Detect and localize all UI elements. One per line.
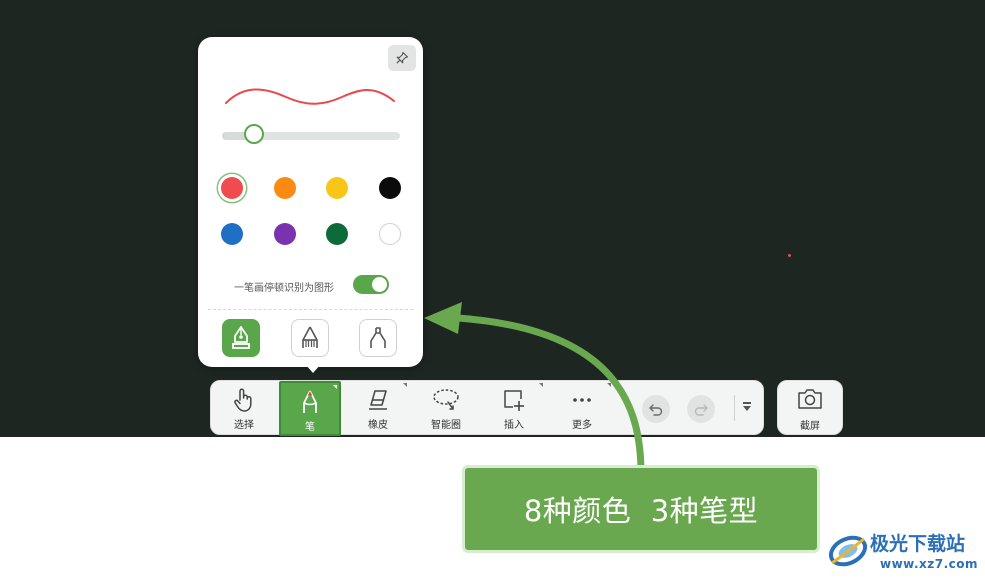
marker-pen-icon bbox=[370, 327, 386, 348]
tool-label: 插入 bbox=[504, 420, 524, 431]
redo-icon bbox=[694, 404, 708, 416]
tool-pen[interactable]: 笔 bbox=[279, 381, 341, 436]
screenshot-button[interactable]: 截屏 bbox=[777, 380, 843, 435]
submenu-indicator bbox=[607, 383, 611, 387]
tool-label: 橡皮 bbox=[368, 420, 388, 431]
color-swatch-red[interactable] bbox=[221, 177, 243, 199]
pin-button[interactable] bbox=[388, 45, 416, 71]
fountain-pen-icon bbox=[232, 326, 250, 349]
collapse-toolbar-button[interactable] bbox=[737, 395, 757, 421]
callout-text: 8种颜色 3种笔型 bbox=[523, 494, 759, 528]
color-swatch-white[interactable] bbox=[378, 223, 401, 245]
site-watermark: 极光下载站 www.xz7.com bbox=[826, 527, 981, 575]
toolbar-separator bbox=[734, 395, 735, 421]
popup-pointer bbox=[305, 364, 321, 373]
ink-dot bbox=[787, 253, 792, 258]
more-dots-icon bbox=[573, 398, 591, 402]
tool-label: 智能圈 bbox=[431, 420, 461, 431]
insert-plus-icon bbox=[504, 390, 524, 411]
color-swatch-blue[interactable] bbox=[221, 223, 243, 245]
color-swatch-orange[interactable] bbox=[273, 177, 296, 199]
tool-smart-lasso[interactable]: 智能圈 bbox=[415, 381, 477, 436]
pen-type-fountain[interactable] bbox=[222, 319, 260, 357]
submenu-indicator bbox=[333, 385, 337, 389]
feature-callout: 8种颜色 3种笔型 bbox=[462, 465, 820, 553]
brush-pen-icon bbox=[302, 326, 318, 348]
camera-icon bbox=[798, 389, 822, 409]
color-swatch-green[interactable] bbox=[326, 223, 348, 245]
undo-icon bbox=[649, 404, 663, 416]
undo-button[interactable] bbox=[642, 395, 670, 423]
tool-eraser[interactable]: 橡皮 bbox=[347, 381, 409, 436]
screenshot-label: 截屏 bbox=[800, 421, 820, 432]
tool-insert[interactable]: 插入 bbox=[483, 381, 545, 436]
submenu-indicator bbox=[403, 383, 407, 387]
submenu-indicator bbox=[539, 383, 543, 387]
shape-recognition-toggle[interactable] bbox=[353, 275, 389, 294]
toggle-knob bbox=[372, 277, 387, 292]
redo-button[interactable] bbox=[687, 395, 715, 423]
popup-divider bbox=[208, 309, 413, 310]
lasso-icon bbox=[433, 389, 459, 410]
tool-label: 笔 bbox=[305, 422, 315, 433]
color-swatch-yellow[interactable] bbox=[326, 177, 348, 199]
tool-label: 选择 bbox=[234, 420, 254, 431]
pin-icon bbox=[396, 51, 409, 64]
whiteboard-canvas[interactable] bbox=[0, 0, 985, 437]
watermark-logo bbox=[828, 535, 868, 567]
stroke-preview bbox=[225, 88, 395, 105]
color-swatches bbox=[218, 175, 408, 249]
pen-icon bbox=[303, 390, 317, 413]
pen-type-marker[interactable] bbox=[359, 319, 397, 357]
color-swatch-black[interactable] bbox=[378, 177, 401, 199]
watermark-text: 极光下载站 bbox=[870, 533, 966, 555]
bottom-toolbar: 选择 笔 橡皮 智能圈 插入 更多 bbox=[210, 380, 764, 436]
eraser-icon bbox=[369, 390, 387, 410]
hand-pointer-icon bbox=[234, 388, 252, 412]
pen-type-brush[interactable] bbox=[291, 319, 329, 357]
pen-settings-popup: 一笔画停顿识别为图形 bbox=[198, 37, 423, 367]
watermark-url: www.xz7.com bbox=[880, 557, 979, 571]
tool-select[interactable]: 选择 bbox=[213, 381, 275, 436]
tool-more[interactable]: 更多 bbox=[551, 381, 613, 436]
thickness-slider-thumb[interactable] bbox=[244, 124, 265, 144]
tool-label: 更多 bbox=[572, 420, 592, 431]
shape-recognition-label: 一笔画停顿识别为图形 bbox=[234, 283, 334, 294]
color-swatch-purple[interactable] bbox=[273, 223, 296, 245]
